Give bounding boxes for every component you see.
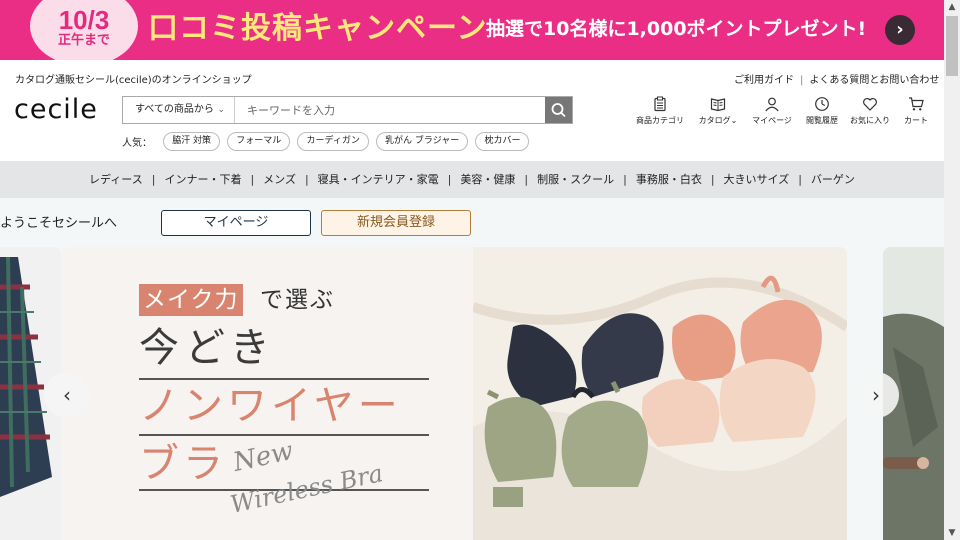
divider: | <box>447 173 452 186</box>
chevron-right-icon[interactable]: › <box>885 15 915 45</box>
clock-icon <box>815 97 829 111</box>
category-link[interactable]: 事務服・白衣 <box>636 173 702 186</box>
wireless-bra-image <box>471 247 847 540</box>
carousel-next-button[interactable]: › <box>853 372 899 418</box>
vertical-scrollbar[interactable]: ▲ ▼ <box>944 0 960 540</box>
nav-cart[interactable]: カート <box>886 96 946 126</box>
scroll-down-arrow-icon[interactable]: ▼ <box>944 526 960 540</box>
book-icon <box>710 98 726 112</box>
page: 10/3 正午まで 口コミ投稿キャンペーン 抽選で10名様に1,000ポイントプ… <box>0 0 960 540</box>
nav-icon-label: カート <box>904 116 928 125</box>
carousel-prev-button[interactable]: ‹ <box>44 372 90 418</box>
popular-chip[interactable]: 枕カバー <box>475 132 530 151</box>
search-button[interactable] <box>545 97 572 123</box>
hero-line-3: ブラ <box>139 441 227 487</box>
search-category-label: すべての商品から <box>135 104 214 115</box>
header-nav-icons: 商品カテゴリ カタログ⌄ マイページ 閲覧履歴 お気に入り カート <box>630 96 930 128</box>
category-nav: レディース | インナー・下着 | メンズ | 寝具・インテリア・家電 | 美容・健康 | 制服・ス… <box>0 161 944 198</box>
search-input[interactable] <box>236 97 546 123</box>
person-icon <box>765 97 779 112</box>
register-button[interactable]: 新規会員登録 <box>321 210 471 236</box>
heart-icon <box>863 98 877 111</box>
divider: | <box>151 173 156 186</box>
hero-tag-text: で選ぶ <box>260 287 335 313</box>
divider: | <box>710 173 715 186</box>
campaign-date: 10/3 <box>58 5 110 35</box>
hero-script-text-1: New <box>230 436 296 478</box>
popular-chip[interactable]: カーディガン <box>297 132 369 151</box>
divider: | <box>304 173 309 186</box>
search-icon <box>551 103 566 118</box>
nav-catalog[interactable]: カタログ⌄ <box>688 96 748 126</box>
divider: | <box>798 173 802 186</box>
mypage-button[interactable]: マイページ <box>161 210 311 236</box>
popular-chip[interactable]: フォーマル <box>227 132 291 151</box>
hero-tag-highlight: メイク力 <box>139 284 243 316</box>
search-category-select[interactable]: すべての商品から ⌄ <box>123 97 235 123</box>
scrollbar-thumb[interactable] <box>946 16 958 76</box>
cecile-logo[interactable]: cecile <box>14 94 98 126</box>
campaign-banner[interactable]: 10/3 正午まで 口コミ投稿キャンペーン 抽選で10名様に1,000ポイントプ… <box>0 0 944 60</box>
hero-line-1: 今どき <box>139 325 276 371</box>
nav-icon-label: 商品カテゴリ <box>636 116 684 125</box>
hero-banner-slide[interactable]: メイク力 で選ぶ 今どき ノンワイヤー ブラ New Wireless Bra <box>61 247 847 540</box>
nav-product-category[interactable]: 商品カテゴリ <box>630 96 690 126</box>
category-link[interactable]: インナー・下着 <box>164 173 241 186</box>
divider: | <box>524 173 529 186</box>
campaign-date-badge: 10/3 正午まで <box>30 0 138 60</box>
popular-chip[interactable]: 脇汗 対策 <box>163 132 221 151</box>
hero-product-photo <box>471 247 847 540</box>
popular-chip[interactable]: 乳がん ブラジャー <box>376 132 469 151</box>
category-link[interactable]: 寝具・インテリア・家電 <box>318 173 439 186</box>
chevron-right-icon: › <box>872 383 880 407</box>
guide-link[interactable]: ご利用ガイド <box>734 75 794 86</box>
category-link[interactable]: バーゲン <box>811 173 855 186</box>
divider: | <box>623 173 627 186</box>
category-link[interactable]: 大きいサイズ <box>724 173 790 186</box>
chevron-left-icon: ‹ <box>63 383 71 407</box>
divider: | <box>250 173 255 186</box>
divider: | <box>800 75 804 86</box>
campaign-subtitle: 抽選で10名様に1,000ポイントプレゼント! <box>486 18 867 40</box>
cart-icon <box>909 97 924 111</box>
scroll-up-arrow-icon[interactable]: ▲ <box>944 0 960 14</box>
category-link[interactable]: 制服・スクール <box>537 173 614 186</box>
category-link[interactable]: メンズ <box>263 173 296 186</box>
nav-icon-label: マイページ <box>752 116 792 125</box>
search-bar: すべての商品から ⌄ <box>122 96 573 124</box>
hero-line-2: ノンワイヤー <box>139 383 402 429</box>
popular-keywords: 人気： 脇汗 対策 フォーマル カーディガン 乳がん ブラジャー 枕カバー <box>122 132 533 152</box>
chevron-down-icon: ⌄ <box>217 105 225 115</box>
nav-icon-label: 閲覧履歴 <box>806 116 838 125</box>
popular-label: 人気： <box>122 138 152 149</box>
campaign-deadline: 正午まで <box>57 33 110 48</box>
shop-description: カタログ通販セシール(cecile)のオンラインショップ <box>15 75 252 86</box>
chevron-down-icon: ⌄ <box>730 116 738 125</box>
welcome-text: ようこそセシールへ <box>0 216 118 231</box>
category-link[interactable]: 美容・健康 <box>460 173 515 186</box>
faq-link[interactable]: よくある質問とお問い合わせ <box>809 75 939 86</box>
clipboard-icon <box>654 96 666 112</box>
hero-divider <box>139 434 429 436</box>
nav-icon-label: カタログ <box>698 116 731 125</box>
campaign-title: 口コミ投稿キャンペーン <box>148 11 488 46</box>
category-link[interactable]: レディース <box>89 173 143 186</box>
header-links: ご利用ガイド | よくある質問とお問い合わせ <box>734 71 939 86</box>
nav-icon-label: お気に入り <box>850 116 890 125</box>
hero-text-panel: メイク力 で選ぶ 今どき ノンワイヤー ブラ New Wireless Bra <box>61 247 473 540</box>
hero-divider <box>139 378 429 380</box>
